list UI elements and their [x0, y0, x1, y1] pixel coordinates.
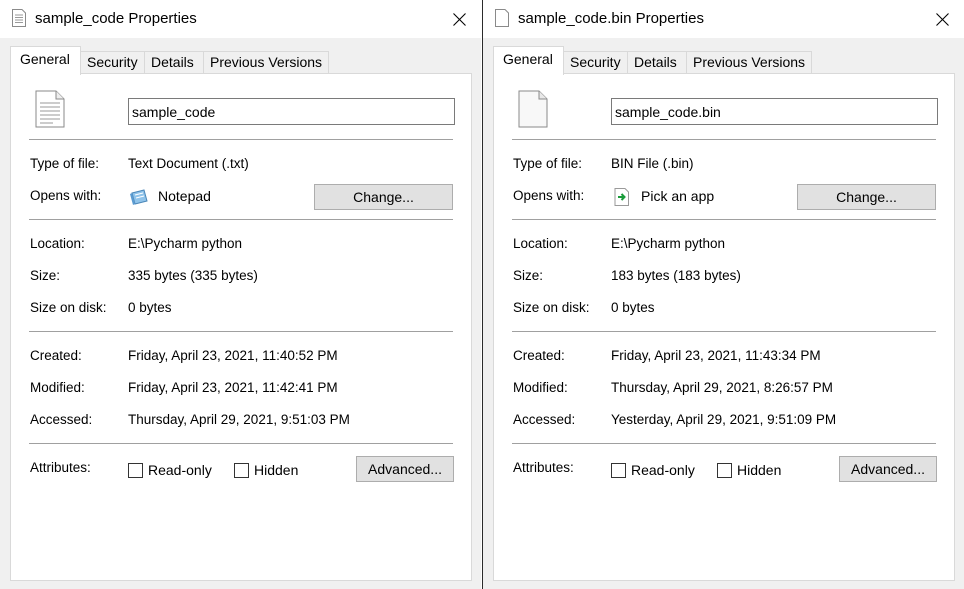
- tab-general[interactable]: General: [10, 46, 81, 75]
- created-value: Friday, April 23, 2021, 11:43:34 PM: [611, 348, 821, 363]
- window-title: sample_code.bin Properties: [518, 10, 704, 27]
- location-value: E:\Pycharm python: [611, 236, 726, 251]
- attributes-label: Attributes:: [513, 460, 574, 475]
- window-title: sample_code Properties: [35, 10, 197, 27]
- hidden-checkbox[interactable]: Hidden: [717, 461, 781, 479]
- modified-label: Modified:: [513, 380, 568, 395]
- type-value: BIN File (.bin): [611, 156, 694, 171]
- size-on-disk-label: Size on disk:: [30, 300, 107, 315]
- size-on-disk-label: Size on disk:: [513, 300, 590, 315]
- tab-previous-versions[interactable]: Previous Versions: [686, 51, 812, 73]
- text-document-icon: [12, 9, 26, 27]
- modified-value: Friday, April 23, 2021, 11:42:41 PM: [128, 380, 338, 395]
- accessed-value: Yesterday, April 29, 2021, 9:51:09 PM: [611, 412, 837, 427]
- opens-with-label: Opens with:: [513, 188, 585, 203]
- checkbox-box[interactable]: [234, 462, 249, 478]
- attributes-label: Attributes:: [30, 460, 91, 475]
- readonly-label: Read-only: [148, 462, 212, 478]
- properties-window-txt: sample_code Properties General Security …: [0, 0, 481, 589]
- tab-security[interactable]: Security: [80, 51, 145, 73]
- type-label: Type of file:: [513, 156, 583, 171]
- close-icon: [452, 12, 466, 26]
- separator: [29, 443, 453, 444]
- size-on-disk-value: 0 bytes: [611, 300, 655, 315]
- tab-general[interactable]: General: [493, 46, 564, 75]
- hidden-label: Hidden: [737, 462, 782, 478]
- tab-details[interactable]: Details: [627, 51, 687, 73]
- readonly-checkbox[interactable]: Read-only: [128, 461, 212, 479]
- location-label: Location:: [513, 236, 568, 251]
- change-button[interactable]: Change...: [314, 184, 453, 210]
- title-bar[interactable]: sample_code Properties: [0, 0, 481, 38]
- file-name-field[interactable]: [128, 98, 455, 125]
- created-label: Created:: [513, 348, 565, 363]
- type-label: Type of file:: [30, 156, 100, 171]
- separator: [29, 331, 453, 332]
- size-on-disk-value: 0 bytes: [128, 300, 172, 315]
- blank-file-icon: [495, 9, 509, 27]
- separator: [512, 219, 936, 220]
- blank-file-icon: [518, 90, 548, 128]
- general-panel: Type of file: Text Document (.txt) Opens…: [10, 73, 472, 581]
- separator: [512, 443, 936, 444]
- advanced-button[interactable]: Advanced...: [839, 456, 937, 482]
- pick-app-icon: [614, 188, 629, 206]
- tab-details[interactable]: Details: [144, 51, 204, 73]
- size-label: Size:: [513, 268, 544, 283]
- checkbox-box[interactable]: [611, 462, 626, 478]
- created-value: Friday, April 23, 2021, 11:40:52 PM: [128, 348, 338, 363]
- readonly-checkbox[interactable]: Read-only: [611, 461, 695, 479]
- hidden-checkbox[interactable]: Hidden: [234, 461, 298, 479]
- separator: [29, 139, 453, 140]
- checkbox-box[interactable]: [717, 462, 732, 478]
- accessed-label: Accessed:: [30, 412, 93, 427]
- accessed-label: Accessed:: [513, 412, 576, 427]
- type-value: Text Document (.txt): [128, 156, 249, 171]
- location-label: Location:: [30, 236, 85, 251]
- change-button[interactable]: Change...: [797, 184, 936, 210]
- tab-previous-versions[interactable]: Previous Versions: [203, 51, 329, 73]
- separator: [512, 331, 936, 332]
- tab-security[interactable]: Security: [563, 51, 628, 73]
- close-icon: [935, 12, 949, 26]
- opens-with-label: Opens with:: [30, 188, 102, 203]
- general-panel: Type of file: BIN File (.bin) Opens with…: [493, 73, 955, 581]
- advanced-button[interactable]: Advanced...: [356, 456, 454, 482]
- readonly-label: Read-only: [631, 462, 695, 478]
- notepad-icon: [130, 189, 148, 205]
- modified-label: Modified:: [30, 380, 85, 395]
- checkbox-box[interactable]: [128, 462, 143, 478]
- file-name-field[interactable]: [611, 98, 938, 125]
- size-label: Size:: [30, 268, 61, 283]
- separator: [29, 219, 453, 220]
- close-button[interactable]: [437, 0, 481, 38]
- opens-with-app: Pick an app: [641, 188, 715, 204]
- opens-with-app: Notepad: [158, 188, 211, 204]
- properties-window-bin: sample_code.bin Properties General Secur…: [482, 0, 964, 589]
- separator: [512, 139, 936, 140]
- text-document-icon: [35, 90, 65, 128]
- close-button[interactable]: [920, 0, 964, 38]
- hidden-label: Hidden: [254, 462, 299, 478]
- size-value: 335 bytes (335 bytes): [128, 268, 258, 283]
- size-value: 183 bytes (183 bytes): [611, 268, 741, 283]
- accessed-value: Thursday, April 29, 2021, 9:51:03 PM: [128, 412, 350, 427]
- modified-value: Thursday, April 29, 2021, 8:26:57 PM: [611, 380, 833, 395]
- title-bar[interactable]: sample_code.bin Properties: [483, 0, 964, 38]
- location-value: E:\Pycharm python: [128, 236, 243, 251]
- created-label: Created:: [30, 348, 82, 363]
